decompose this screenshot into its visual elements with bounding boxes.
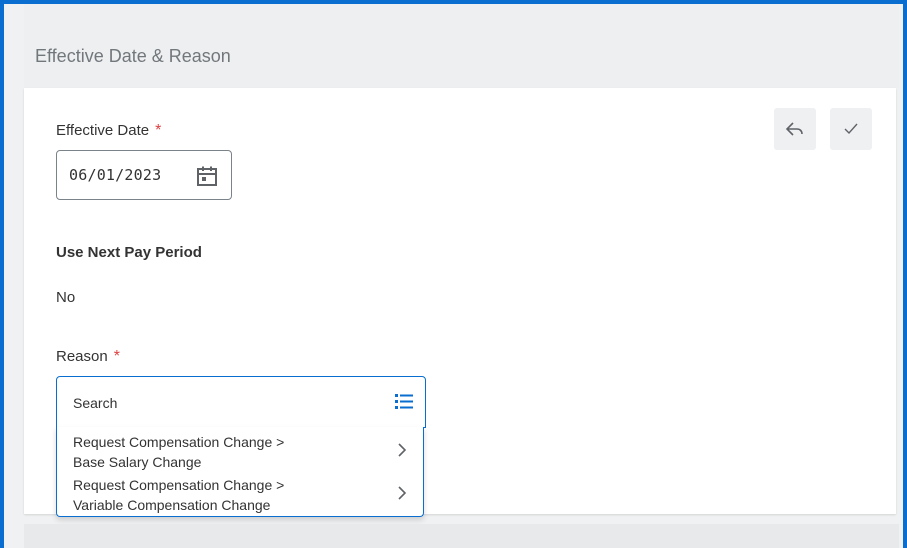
form-card: Effective Date * 06/01/2023 Use Next Pay … (24, 88, 896, 517)
reason-search-placeholder: Search (73, 395, 118, 411)
required-asterisk: * (113, 348, 120, 365)
panel-frame: Effective Date & Reason Effective Date * … (0, 0, 907, 548)
reason-label: Reason * (56, 348, 120, 366)
undo-icon (785, 122, 803, 136)
list-icon[interactable] (393, 390, 415, 412)
calendar-icon[interactable] (196, 165, 218, 187)
effective-date-label-text: Effective Date (56, 122, 150, 139)
section-title: Effective Date & Reason (35, 46, 231, 66)
next-section-strip (24, 524, 899, 548)
effective-date-input[interactable]: 06/01/2023 (56, 150, 232, 200)
next-pay-period-label: Use Next Pay Period (56, 244, 202, 261)
reason-option-line2: Variable Compensation Change (73, 497, 271, 513)
effective-date-value: 06/01/2023 (69, 166, 162, 184)
chevron-right-icon (398, 443, 407, 457)
reason-search-input[interactable]: Search (56, 376, 426, 428)
reason-option-line1: Request Compensation Change > (73, 434, 285, 450)
chevron-right-icon (398, 486, 407, 500)
next-pay-period-value: No (56, 289, 76, 306)
reason-option-line1: Request Compensation Change > (73, 477, 285, 493)
cancel-button[interactable] (774, 108, 816, 150)
confirm-button[interactable] (830, 108, 872, 150)
required-asterisk: * (155, 122, 162, 139)
effective-date-label: Effective Date * (56, 122, 161, 140)
reason-option-line2: Base Salary Change (73, 454, 202, 470)
reason-dropdown: Request Compensation Change > Base Salar… (56, 427, 424, 517)
reason-label-text: Reason (56, 348, 108, 365)
check-icon (844, 123, 858, 135)
